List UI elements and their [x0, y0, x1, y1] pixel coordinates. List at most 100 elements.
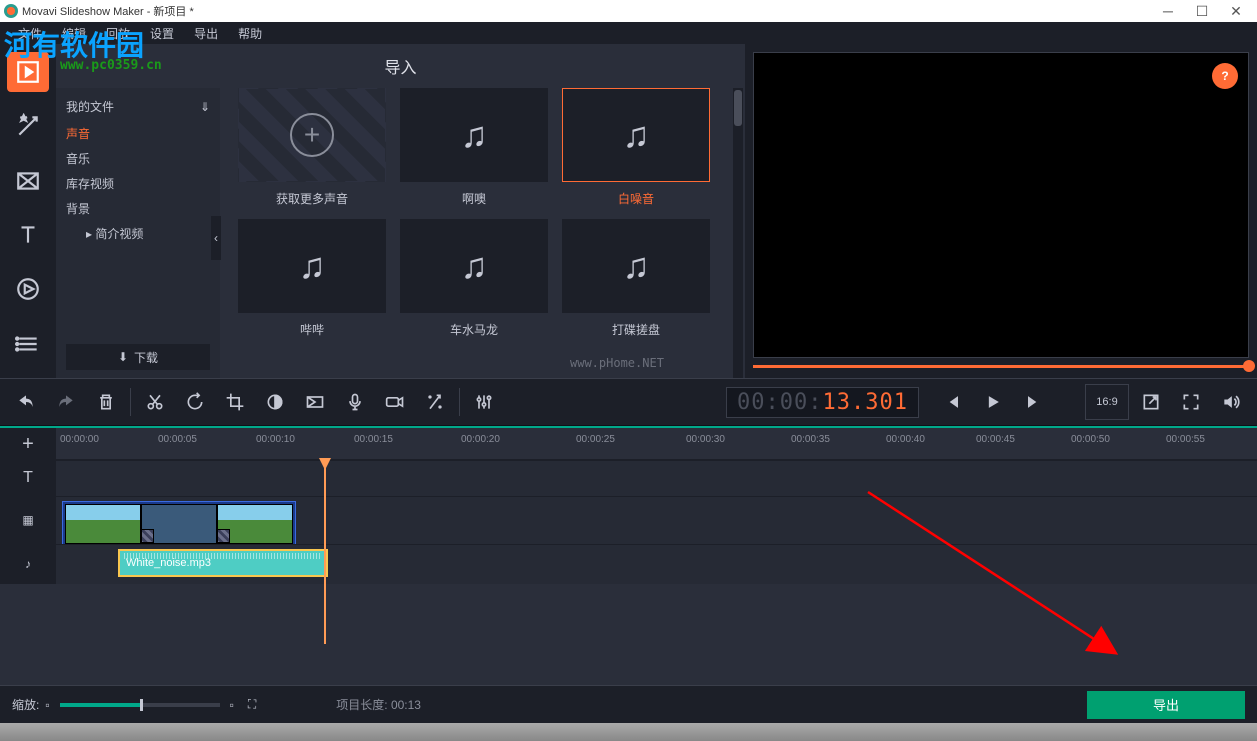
video-track-body[interactable] [56, 496, 1257, 544]
window-title: Movavi Slideshow Maker - 新项目 * [22, 3, 194, 19]
redo-button[interactable] [48, 384, 84, 420]
video-clips[interactable] [62, 501, 296, 547]
download-button[interactable]: ⬇下载 [66, 344, 210, 370]
cut-button[interactable] [137, 384, 173, 420]
menu-file[interactable]: 文件 [8, 25, 52, 42]
equalizer-button[interactable] [466, 384, 502, 420]
zoom-in-icon[interactable]: ▫ [230, 698, 234, 712]
music-note-icon: ♫ [623, 114, 650, 156]
menubar: 文件 编辑 回放 设置 导出 帮助 [0, 22, 1257, 44]
video-track-icon: ▦ [22, 513, 33, 527]
side-tools [0, 44, 56, 378]
tree-background[interactable]: 背景 [66, 196, 210, 221]
tool-transitions[interactable] [7, 161, 49, 201]
zoom-out-icon[interactable]: ▫ [45, 698, 49, 712]
card-beep[interactable]: ♫ 哔哔 [238, 219, 386, 338]
seek-handle[interactable] [1243, 360, 1255, 372]
audio-track-icon: ♪ [25, 557, 31, 571]
clip-3[interactable] [217, 504, 293, 544]
bottom-strip [0, 723, 1257, 741]
clip-2[interactable] [141, 504, 217, 544]
export-button[interactable]: 导出 [1087, 691, 1245, 719]
preview-video[interactable]: ? [753, 52, 1249, 358]
tracks: T ▦ ♪ White_noise.mp [0, 460, 1257, 644]
tree-sounds[interactable]: 声音 [66, 121, 210, 146]
mic-button[interactable] [337, 384, 373, 420]
zoom-handle[interactable] [140, 699, 143, 711]
minimize-button[interactable]: ─ [1151, 0, 1185, 22]
rotate-button[interactable] [177, 384, 213, 420]
preview-seek[interactable] [753, 362, 1249, 370]
card-aoo[interactable]: ♫ 啊噢 [400, 88, 548, 207]
tree-myfiles[interactable]: 我的文件 [66, 94, 114, 119]
text-track: T [0, 460, 1257, 496]
menu-settings[interactable]: 设置 [140, 25, 184, 42]
audio-track-body[interactable]: White_noise.mp3 [56, 544, 1257, 584]
menu-edit[interactable]: 编辑 [52, 25, 96, 42]
myfiles-download-icon[interactable]: ⇓ [200, 100, 210, 114]
next-button[interactable] [1015, 384, 1051, 420]
collapse-handle[interactable]: ‹ [211, 216, 221, 260]
add-track-button[interactable]: + [0, 428, 56, 460]
wizard-button[interactable] [417, 384, 453, 420]
music-note-icon: ♫ [623, 245, 650, 287]
download-icon: ⬇ [118, 350, 128, 364]
audio-clip[interactable]: White_noise.mp3 [118, 549, 328, 577]
text-track-body[interactable] [56, 460, 1257, 496]
card-get-more[interactable]: + 获取更多声音 [238, 88, 386, 207]
zoom-slider[interactable] [60, 703, 220, 707]
maximize-button[interactable]: ☐ [1185, 0, 1219, 22]
menu-help[interactable]: 帮助 [228, 25, 272, 42]
sound-grid: + 获取更多声音 ♫ 啊噢 ♫ 白噪音 ♫ 哔哔 [220, 88, 733, 378]
color-button[interactable] [257, 384, 293, 420]
ruler[interactable]: 00:00:00 00:00:05 00:00:10 00:00:15 00:0… [56, 428, 1257, 460]
music-note-icon: ♫ [461, 245, 488, 287]
tool-filters[interactable] [7, 106, 49, 146]
timecode: 00:00:13.301 [726, 387, 919, 418]
zoom-label: 缩放: [12, 696, 39, 713]
tree-stockvideo[interactable]: 库存视频 [66, 171, 210, 196]
play-button[interactable] [975, 384, 1011, 420]
tree-music[interactable]: 音乐 [66, 146, 210, 171]
toolbar: 00:00:13.301 16:9 [0, 378, 1257, 426]
import-panel: 导入 我的文件 ⇓ 声音 音乐 库存视频 背景 ▸ 简介视频 ⬇下载 ‹ + [56, 44, 745, 378]
footer: 缩放: ▫ ▫ ⛶ 项目长度: 00:13 导出 [0, 685, 1257, 723]
scrollbar[interactable] [733, 88, 743, 378]
preview-panel: ? [745, 44, 1257, 378]
volume-button[interactable] [1213, 384, 1249, 420]
audio-track: ♪ White_noise.mp3 [0, 544, 1257, 584]
detach-button[interactable] [1133, 384, 1169, 420]
card-traffic[interactable]: ♫ 车水马龙 [400, 219, 548, 338]
close-button[interactable]: ✕ [1219, 0, 1253, 22]
timeline: + 00:00:00 00:00:05 00:00:10 00:00:15 00… [0, 426, 1257, 644]
tool-stickers[interactable] [7, 269, 49, 309]
tool-import[interactable] [7, 52, 49, 92]
fit-icon[interactable]: ⛶ [248, 697, 256, 712]
transition-2[interactable] [217, 529, 230, 543]
crop-button[interactable] [217, 384, 253, 420]
tool-titles[interactable] [7, 215, 49, 255]
music-note-icon: ♫ [299, 245, 326, 287]
card-white-noise[interactable]: ♫ 白噪音 [562, 88, 710, 207]
camera-button[interactable] [377, 384, 413, 420]
transition-1[interactable] [141, 529, 154, 543]
card-scratch[interactable]: ♫ 打碟搓盘 [562, 219, 710, 338]
transition-button[interactable] [297, 384, 333, 420]
music-note-icon: ♫ [461, 114, 488, 156]
scroll-thumb[interactable] [734, 90, 742, 126]
fullscreen-button[interactable] [1173, 384, 1209, 420]
video-track: ▦ [0, 496, 1257, 544]
import-title: 导入 [56, 44, 745, 88]
tool-more[interactable] [7, 324, 49, 364]
undo-button[interactable] [8, 384, 44, 420]
text-track-icon: T [23, 469, 33, 487]
titlebar: Movavi Slideshow Maker - 新项目 * ─ ☐ ✕ [0, 0, 1257, 22]
tree-introvideo[interactable]: ▸ 简介视频 [66, 221, 210, 246]
clip-1[interactable] [65, 504, 141, 544]
help-button[interactable]: ? [1212, 63, 1238, 89]
aspect-button[interactable]: 16:9 [1085, 384, 1129, 420]
delete-button[interactable] [88, 384, 124, 420]
menu-export[interactable]: 导出 [184, 25, 228, 42]
menu-playback[interactable]: 回放 [96, 25, 140, 42]
prev-button[interactable] [935, 384, 971, 420]
